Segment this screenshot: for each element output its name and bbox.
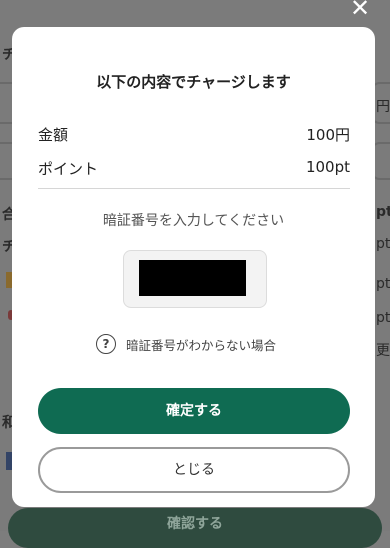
divider — [38, 188, 350, 189]
amount-label: 金額 — [38, 126, 69, 144]
points-value: 100pt — [305, 158, 350, 176]
background-text: 更 — [376, 343, 390, 359]
pin-help-text: 暗証番号がわからない場合 — [126, 337, 277, 353]
amount-value: 100円 — [306, 126, 350, 144]
background-text: pt — [376, 236, 390, 252]
background-text: 円 — [376, 99, 390, 115]
charge-confirm-dialog: 以下の内容でチャージします 金額 100円 ポイント 100pt 暗証番号を入力… — [12, 27, 375, 507]
background-confirm-button: 確認する — [8, 508, 382, 548]
background-text: pt — [376, 310, 390, 326]
dialog-title: 以下の内容でチャージします — [96, 73, 291, 91]
points-label: ポイント — [38, 160, 99, 178]
background-text: pt — [376, 204, 390, 220]
pin-prompt: 暗証番号を入力してください — [102, 213, 285, 229]
close-icon[interactable]: ✕ — [348, 0, 372, 24]
pin-input[interactable] — [123, 250, 267, 308]
pin-redaction — [139, 260, 246, 296]
close-button[interactable]: とじる — [38, 447, 350, 493]
background-text: pt — [376, 276, 390, 292]
pin-help-link[interactable]: ? 暗証番号がわからない場合 — [96, 333, 276, 355]
confirm-button[interactable]: 確定する — [38, 388, 350, 434]
question-icon: ? — [96, 334, 116, 354]
